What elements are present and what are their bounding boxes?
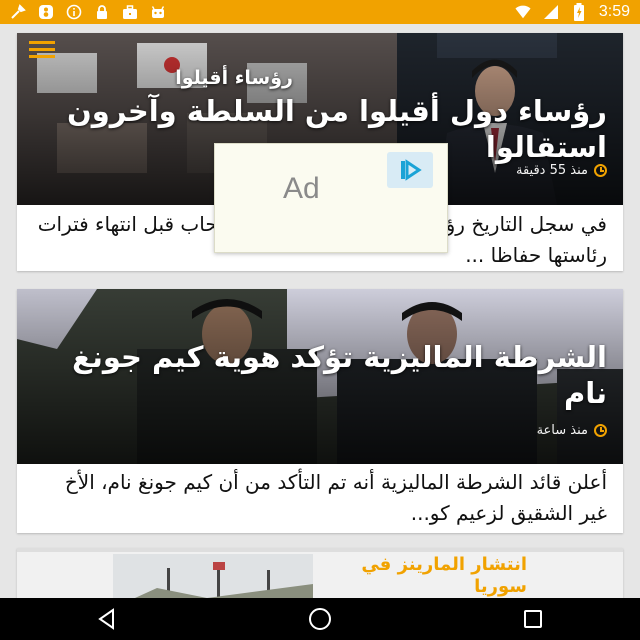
ad-banner[interactable]: Ad xyxy=(214,143,448,253)
home-icon[interactable] xyxy=(300,598,340,640)
battery-icon xyxy=(571,3,587,21)
wifi-icon xyxy=(515,4,531,20)
status-bar: 3:59 xyxy=(0,0,640,24)
navigation-bar xyxy=(0,598,640,640)
article-card[interactable]: الشرطة الماليزية تؤكد هوية كيم جونغ نام … xyxy=(17,289,623,533)
back-icon[interactable] xyxy=(87,598,127,640)
ad-label: Ad xyxy=(283,172,320,205)
recents-icon[interactable] xyxy=(513,598,553,640)
article-excerpt[interactable]: أعلن قائد الشرطة الماليزية أنه تم التأكد… xyxy=(33,467,607,529)
article-meta: منذ 55 دقيقة xyxy=(516,163,607,178)
android-icon xyxy=(150,4,166,20)
article-image[interactable]: الشرطة الماليزية تؤكد هوية كيم جونغ نام … xyxy=(17,289,623,464)
article-time: منذ 55 دقيقة xyxy=(516,163,588,178)
menu-icon[interactable] xyxy=(29,41,55,59)
article-time: منذ ساعة xyxy=(536,423,588,438)
signal-icon xyxy=(543,4,559,20)
notification-icons xyxy=(10,4,166,20)
ad-choices-icon[interactable] xyxy=(387,152,433,188)
tools-icon xyxy=(10,4,26,20)
info-icon xyxy=(66,4,82,20)
article-title[interactable]: الشرطة الماليزية تؤكد هوية كيم جونغ نام xyxy=(33,339,607,411)
clock-icon xyxy=(594,164,607,177)
briefcase-icon xyxy=(122,4,138,20)
clock-time: 3:59 xyxy=(598,3,630,20)
article-overlay-subtitle: رؤساء أقيلوا xyxy=(175,67,293,89)
system-icons: 3:59 xyxy=(515,3,630,21)
article-title[interactable]: انتشار المارينز في سوريا xyxy=(317,554,527,598)
article-meta: منذ ساعة xyxy=(537,423,607,438)
clock-icon xyxy=(594,424,607,437)
number-8-icon xyxy=(38,4,54,20)
lock-icon xyxy=(94,4,110,20)
